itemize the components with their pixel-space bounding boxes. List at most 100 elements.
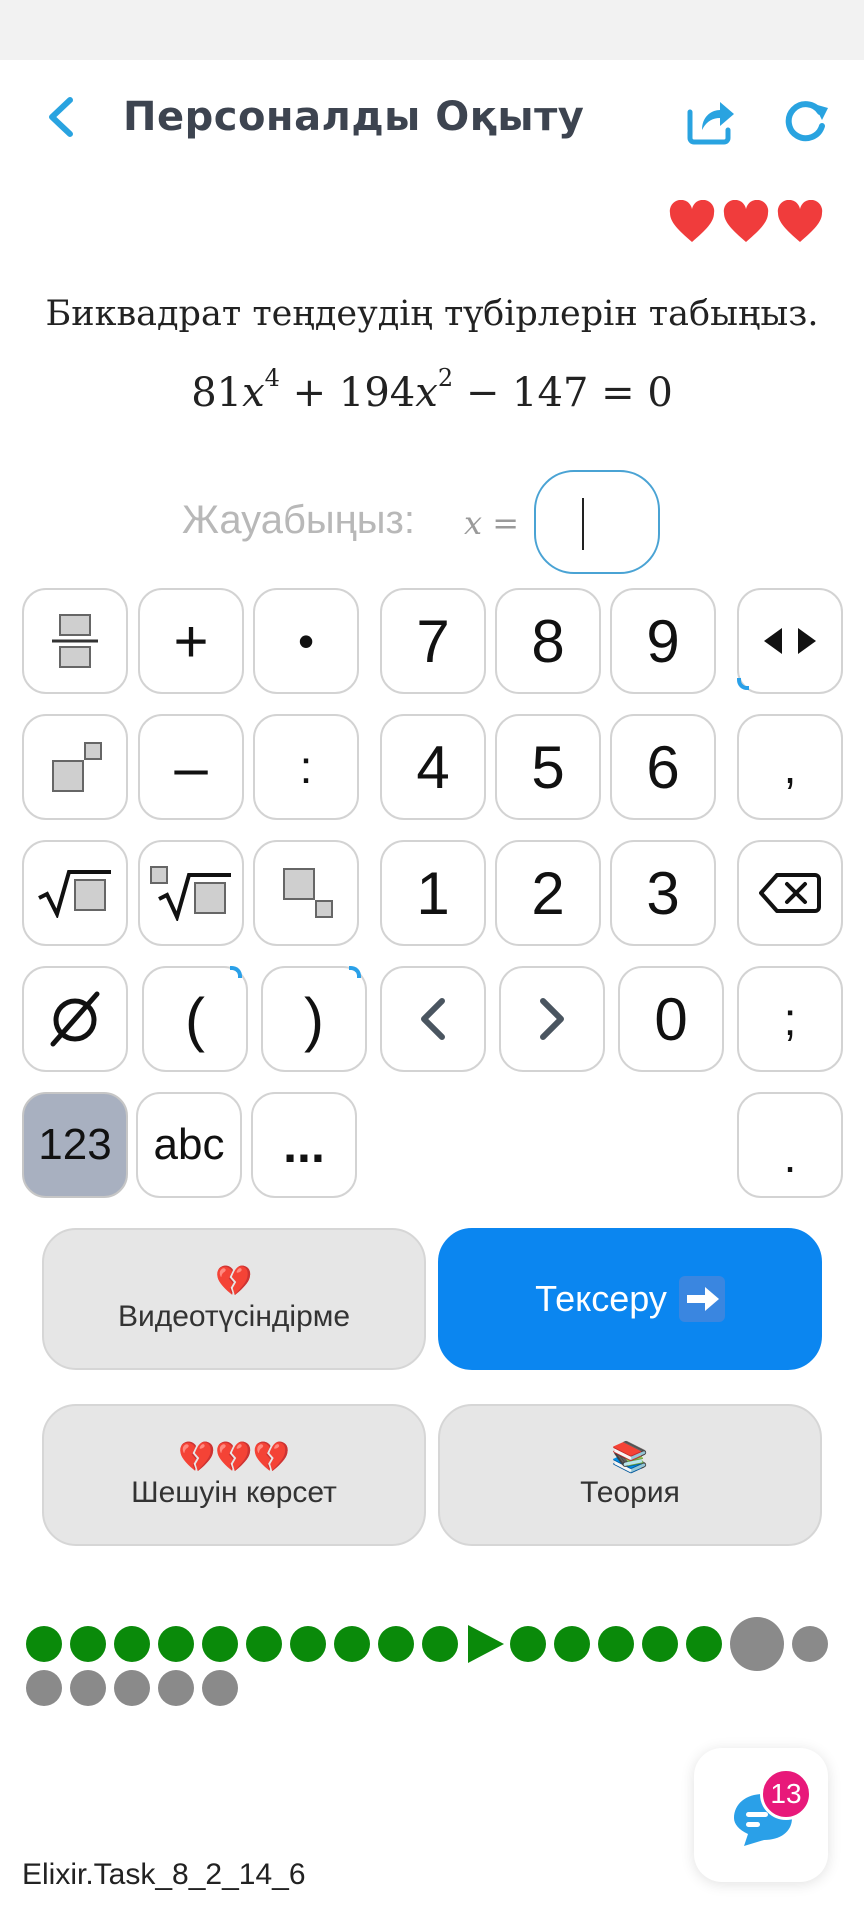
key-label: 9 bbox=[646, 607, 680, 675]
minus-key[interactable]: – bbox=[138, 714, 244, 820]
term-var: x bbox=[415, 370, 438, 416]
letters-mode-key[interactable]: abc bbox=[136, 1092, 242, 1198]
digit-4-key[interactable]: 4 bbox=[380, 714, 486, 820]
broken-heart-icon: 💔 bbox=[215, 1265, 253, 1298]
term-exp: 2 bbox=[437, 364, 454, 392]
digit-8-key[interactable]: 8 bbox=[495, 588, 601, 694]
period-key[interactable]: . bbox=[737, 1092, 843, 1198]
chevron-left-icon bbox=[421, 998, 445, 1040]
more-symbols-key[interactable]: ... bbox=[251, 1092, 357, 1198]
check-answer-button[interactable]: Тексеру bbox=[438, 1228, 822, 1370]
cursor-right-key[interactable] bbox=[499, 966, 605, 1072]
comma-key[interactable]: , bbox=[737, 714, 843, 820]
progress-dot-done[interactable] bbox=[26, 1626, 62, 1662]
app-header: Персоналды Оқыту bbox=[0, 60, 864, 170]
close-paren-key[interactable]: ) bbox=[261, 966, 367, 1072]
back-button[interactable] bbox=[40, 90, 84, 144]
progress-dot-done[interactable] bbox=[642, 1626, 678, 1662]
digit-1-key[interactable]: 1 bbox=[380, 840, 486, 946]
digit-6-key[interactable]: 6 bbox=[610, 714, 716, 820]
key-corner-marker bbox=[349, 966, 361, 978]
key-label: ) bbox=[304, 985, 324, 1053]
progress-dot-done[interactable] bbox=[202, 1626, 238, 1662]
progress-dot-pending[interactable] bbox=[114, 1670, 150, 1706]
progress-dot-done[interactable] bbox=[510, 1626, 546, 1662]
empty-set-key[interactable] bbox=[22, 966, 128, 1072]
button-label: Шешуін көрсет bbox=[131, 1476, 337, 1509]
plus-key[interactable]: + bbox=[138, 588, 244, 694]
progress-dot-done[interactable] bbox=[290, 1626, 326, 1662]
multiply-dot-key[interactable]: • bbox=[253, 588, 359, 694]
share-button[interactable] bbox=[682, 92, 738, 148]
square-root-key[interactable] bbox=[22, 840, 128, 946]
backspace-key[interactable] bbox=[737, 840, 843, 946]
nth-root-icon bbox=[150, 866, 231, 921]
key-label: 7 bbox=[416, 607, 450, 675]
progress-dot-done[interactable] bbox=[114, 1626, 150, 1662]
digit-9-key[interactable]: 9 bbox=[610, 588, 716, 694]
answer-label: Жауабыңыз: bbox=[182, 498, 415, 542]
key-label: 2 bbox=[531, 859, 565, 927]
progress-dot-pending[interactable] bbox=[202, 1670, 238, 1706]
unread-badge: 13 bbox=[760, 1768, 812, 1820]
digit-0-key[interactable]: 0 bbox=[618, 966, 724, 1072]
chevron-right-icon bbox=[540, 998, 564, 1040]
key-label: 5 bbox=[531, 733, 565, 801]
show-solution-button[interactable]: 💔💔💔 Шешуін көрсет bbox=[42, 1404, 426, 1546]
answer-variable-label: x = bbox=[464, 504, 520, 542]
numeric-mode-key[interactable]: 123 bbox=[22, 1092, 128, 1198]
digit-5-key[interactable]: 5 bbox=[495, 714, 601, 820]
key-label: 0 bbox=[654, 985, 688, 1053]
progress-dot-done[interactable] bbox=[422, 1626, 458, 1662]
empty-set-icon bbox=[50, 991, 100, 1047]
progress-dot-done[interactable] bbox=[598, 1626, 634, 1662]
digit-3-key[interactable]: 3 bbox=[610, 840, 716, 946]
lives-indicator bbox=[668, 200, 824, 244]
chat-button[interactable]: 13 bbox=[694, 1748, 828, 1882]
progress-dot-pending[interactable] bbox=[792, 1626, 828, 1662]
open-paren-key[interactable]: ( bbox=[142, 966, 248, 1072]
key-label: 4 bbox=[416, 733, 450, 801]
progress-dot-pending[interactable] bbox=[158, 1670, 194, 1706]
key-label: 8 bbox=[531, 607, 565, 675]
books-icon: 📚 bbox=[611, 1441, 649, 1474]
key-label: 6 bbox=[646, 733, 680, 801]
progress-dot-done[interactable] bbox=[246, 1626, 282, 1662]
cursor-move-key[interactable] bbox=[737, 588, 843, 694]
semicolon-key[interactable]: ; bbox=[737, 966, 843, 1072]
square-root-icon bbox=[38, 870, 111, 918]
progress-dot-done[interactable] bbox=[70, 1626, 106, 1662]
refresh-button[interactable] bbox=[780, 94, 832, 146]
digit-2-key[interactable]: 2 bbox=[495, 840, 601, 946]
key-label: ... bbox=[283, 1117, 325, 1173]
progress-dot-pending[interactable] bbox=[26, 1670, 62, 1706]
progress-dot-done[interactable] bbox=[378, 1626, 414, 1662]
task-identifier: Elixir.Task_8_2_14_6 bbox=[22, 1858, 306, 1891]
fraction-key[interactable] bbox=[22, 588, 128, 694]
progress-dot-pending[interactable] bbox=[70, 1670, 106, 1706]
term-coef: 81 bbox=[191, 370, 243, 416]
video-explanation-button[interactable]: 💔 Видеотүсіндірме bbox=[42, 1228, 426, 1370]
digit-7-key[interactable]: 7 bbox=[380, 588, 486, 694]
progress-dot-done[interactable] bbox=[334, 1626, 370, 1662]
term-coef: 194 bbox=[338, 370, 416, 416]
progress-dot-current[interactable] bbox=[730, 1617, 784, 1671]
progress-dot-done[interactable] bbox=[158, 1626, 194, 1662]
page-title: Персоналды Оқыту bbox=[123, 94, 585, 140]
power-key[interactable] bbox=[22, 714, 128, 820]
subscript-key[interactable] bbox=[253, 840, 359, 946]
progress-play-marker[interactable] bbox=[468, 1625, 504, 1663]
refresh-icon bbox=[785, 101, 828, 142]
subscript-icon bbox=[283, 868, 333, 918]
progress-dot-done[interactable] bbox=[686, 1626, 722, 1662]
answer-input[interactable] bbox=[534, 470, 660, 574]
progress-dot-done[interactable] bbox=[554, 1626, 590, 1662]
text-caret bbox=[582, 498, 584, 550]
nth-root-key[interactable] bbox=[138, 840, 244, 946]
fraction-icon bbox=[52, 614, 98, 668]
cursor-left-key[interactable] bbox=[380, 966, 486, 1072]
question-text: Биквадрат теңдеудің түбірлерін табыңыз. bbox=[45, 294, 819, 334]
theory-button[interactable]: 📚 Теория bbox=[438, 1404, 822, 1546]
key-label: 1 bbox=[416, 859, 450, 927]
colon-key[interactable]: : bbox=[253, 714, 359, 820]
